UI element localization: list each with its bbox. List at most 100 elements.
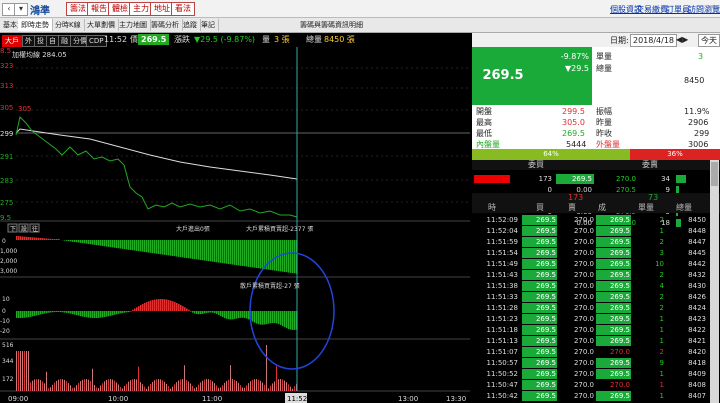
chart-canvas[interactable]: 加權均線 284.05 305 8.5 323 313 305 299 291 … (0, 47, 470, 403)
date-input[interactable]: 2018/4/18 (630, 34, 678, 47)
ticks-scrollbar[interactable] (710, 160, 719, 403)
tick-row[interactable]: 11:50:47 269.5 270.0 270.0 1 8408 (472, 380, 708, 390)
flow-bar (216, 240, 218, 263)
oscillator-bar (212, 311, 214, 313)
tick-deal: 269.5 (596, 281, 631, 291)
volume-bar (260, 380, 261, 391)
flow-bar (74, 240, 76, 242)
volume-bar (286, 382, 287, 391)
intraday-chart[interactable]: 加權均線 284.05 305 8.5 323 313 305 299 291 … (0, 47, 470, 403)
flow-bar (28, 237, 30, 240)
ask-qty-bar (676, 175, 686, 183)
tick-total: 8447 (688, 238, 706, 246)
flow-bar (48, 238, 50, 240)
flow-bar (206, 240, 208, 261)
date-prev-icon[interactable]: ◀▶ (676, 34, 688, 45)
flow-bar (254, 240, 256, 268)
tick-row[interactable]: 11:51:13 269.5 270.0 269.5 1 8421 (472, 336, 708, 346)
link-order[interactable]: 訂單員 (666, 4, 690, 15)
oscillator-bar (34, 311, 36, 316)
volume-bar (230, 365, 231, 391)
tab-chip[interactable]: 籌碼分析 (148, 19, 183, 31)
tick-row[interactable]: 11:50:57 269.5 270.0 269.5 9 8418 (472, 358, 708, 368)
amp-label: 振幅 (596, 107, 612, 116)
x-label-1000: 10:00 (108, 395, 128, 403)
oscillator-bar (18, 311, 20, 318)
tab-notes[interactable]: 筆記 (198, 19, 219, 31)
flow-bar (80, 240, 82, 243)
tab-bigorder[interactable]: 大單劃價 (84, 19, 119, 31)
tick-row[interactable]: 11:51:18 269.5 270.0 269.5 1 8422 (472, 325, 708, 335)
tick-ask: 270.0 (573, 304, 594, 312)
info-vol-label: 量 (262, 35, 270, 44)
today-button[interactable]: 今天 (698, 34, 720, 47)
stock-name[interactable]: 鴻準 (30, 2, 50, 17)
oscillator-bar (144, 302, 146, 311)
y-label-7: 275 (0, 199, 13, 207)
oscillator-bar (30, 311, 32, 317)
info-price-label: 價 (130, 35, 138, 44)
tick-row[interactable]: 11:50:42 269.5 270.0 269.5 1 8407 (472, 391, 708, 401)
tick-row[interactable]: 11:51:59 269.5 270.0 269.5 2 8447 (472, 237, 708, 247)
tick-time: 11:51:23 (486, 315, 518, 323)
tick-row[interactable]: 11:51:49 269.5 270.0 269.5 10 8442 (472, 259, 708, 269)
link-trade[interactable]: 交易繳費 (636, 4, 668, 15)
flow-bar (162, 240, 164, 255)
oscillator-bar (84, 311, 86, 317)
flow-bar (110, 240, 112, 248)
high-value: 305.0 (562, 118, 585, 127)
ticks-list[interactable]: 11:52:09 269.5 270.0 269.5 2 8450 11:52:04 269.… (472, 215, 720, 403)
tick-row[interactable]: 11:51:07 269.5 270.0 270.0 2 8420 (472, 347, 708, 357)
tab-realtime[interactable]: 即時走勢 (18, 19, 53, 31)
scroll-thumb[interactable] (711, 162, 718, 186)
lower-y-7: -20 (0, 328, 10, 335)
orderbook-row[interactable]: 173 269.5 270.0 34 (472, 174, 708, 184)
volume-bar (60, 379, 61, 391)
tick-row[interactable]: 11:51:43 269.5 270.0 269.5 2 8432 (472, 270, 708, 280)
oscillator-bar (270, 311, 272, 324)
oscillator-bar (258, 311, 260, 325)
volume-bar (208, 379, 209, 391)
flow-bar (130, 240, 132, 250)
tick-total: 8426 (688, 293, 706, 301)
lower-y-3: 3,000 (0, 268, 17, 275)
tick-bid: 269.5 (522, 281, 557, 291)
flow-bar (186, 240, 188, 258)
tick-row[interactable]: 11:51:38 269.5 270.0 269.5 4 8430 (472, 281, 708, 291)
tick-row[interactable]: 11:51:23 269.5 270.0 269.5 1 8423 (472, 314, 708, 324)
tick-deal: 269.5 (596, 325, 631, 335)
volume-bar (164, 381, 165, 391)
volume-bar (98, 388, 99, 391)
tick-time: 11:50:52 (486, 370, 518, 378)
flow-bar (194, 240, 196, 260)
oscillator-bar (128, 311, 130, 313)
volume-bar (104, 381, 105, 391)
ma-label: 加權均線 284.05 (12, 50, 67, 59)
function-button-5[interactable]: 看法 (171, 2, 195, 16)
tick-row[interactable]: 11:50:52 269.5 270.0 269.5 1 8409 (472, 369, 708, 379)
link-browse[interactable]: 訪問瀏覽 (688, 4, 720, 15)
tick-row[interactable]: 11:51:54 269.5 270.0 269.5 3 8445 (472, 248, 708, 258)
dropdown-icon[interactable]: ▾ (14, 3, 28, 16)
tab-kline[interactable]: 分時K線 (52, 19, 85, 31)
oscillator-bar (118, 311, 120, 314)
volume-bar (102, 383, 103, 391)
flow-bar (180, 240, 182, 258)
flow-bar (272, 240, 274, 271)
tick-row[interactable]: 11:52:04 269.5 270.0 269.5 1 8448 (472, 226, 708, 236)
tick-row[interactable]: 11:52:09 269.5 270.0 269.5 2 8450 (472, 215, 708, 225)
oscillator-bar (292, 311, 294, 330)
volume-bar (276, 366, 277, 391)
btn-bigplayer[interactable]: 大戶 (2, 35, 22, 47)
bid-qty-bar (474, 175, 510, 183)
peak-label: 305 (18, 105, 31, 113)
flow-bar (152, 240, 154, 254)
tick-ask: 270.0 (573, 260, 594, 268)
tick-row[interactable]: 11:51:33 269.5 270.0 269.5 2 8426 (472, 292, 708, 302)
volume-bar (154, 380, 155, 391)
volume-bar (84, 379, 85, 391)
volume-bar (134, 379, 135, 391)
volume-bar (18, 351, 19, 391)
tick-row[interactable]: 11:51:28 269.5 270.0 269.5 2 8424 (472, 303, 708, 313)
tab-mainforce[interactable]: 主力地圖 (116, 19, 151, 31)
